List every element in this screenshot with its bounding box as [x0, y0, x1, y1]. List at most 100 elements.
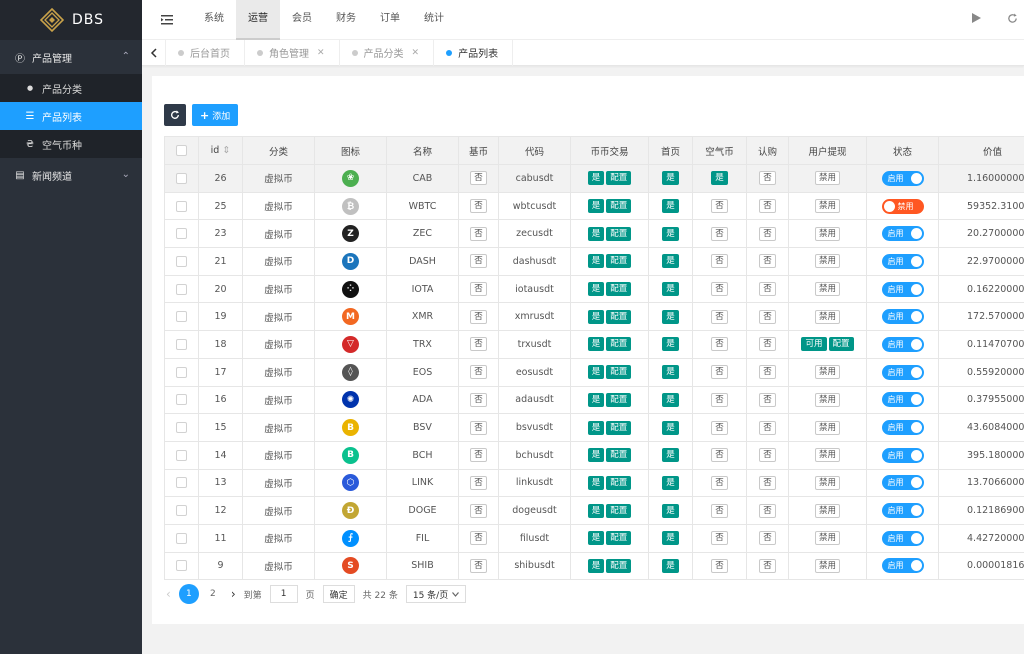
trade-config-button[interactable]: 配置 — [606, 282, 632, 297]
goto-confirm-button[interactable]: 确定 — [322, 585, 355, 603]
subscribe-toggle[interactable]: 否 — [759, 531, 776, 546]
home-toggle[interactable]: 是 — [662, 171, 679, 186]
column-header[interactable]: id ⇕ — [198, 136, 243, 165]
top-nav-item[interactable]: 运营 — [236, 0, 280, 40]
status-switch[interactable]: 启用 — [881, 558, 924, 574]
base-coin-toggle[interactable]: 否 — [470, 254, 487, 269]
withdraw-toggle[interactable]: 禁用 — [814, 282, 840, 297]
page-size-select[interactable]: 15 条/页 — [405, 585, 467, 603]
withdraw-config-button[interactable]: 配置 — [828, 337, 854, 352]
home-toggle[interactable]: 是 — [662, 475, 679, 490]
air-coin-toggle[interactable]: 否 — [711, 309, 728, 324]
row-checkbox[interactable] — [176, 338, 187, 350]
home-toggle[interactable]: 是 — [662, 337, 679, 352]
withdraw-toggle[interactable]: 禁用 — [814, 420, 840, 435]
subscribe-toggle[interactable]: 否 — [759, 365, 776, 380]
status-switch[interactable]: 启用 — [881, 364, 924, 380]
base-coin-toggle[interactable]: 否 — [470, 503, 487, 518]
subscribe-toggle[interactable]: 否 — [759, 254, 776, 269]
status-switch[interactable]: 启用 — [881, 336, 924, 352]
trade-toggle[interactable]: 是 — [587, 226, 605, 241]
withdraw-toggle[interactable]: 禁用 — [814, 448, 840, 463]
trade-toggle[interactable]: 是 — [587, 171, 605, 186]
base-coin-toggle[interactable]: 否 — [470, 199, 487, 214]
subscribe-toggle[interactable]: 否 — [759, 171, 776, 186]
subscribe-toggle[interactable]: 否 — [759, 558, 776, 573]
base-coin-toggle[interactable]: 否 — [470, 448, 487, 463]
sidebar-item-1[interactable]: ☰ 产品列表 — [0, 102, 142, 130]
home-toggle[interactable]: 是 — [662, 365, 679, 380]
row-checkbox[interactable] — [176, 255, 187, 267]
home-toggle[interactable]: 是 — [662, 199, 679, 214]
subscribe-toggle[interactable]: 否 — [759, 282, 776, 297]
trade-config-button[interactable]: 配置 — [606, 254, 632, 269]
trade-config-button[interactable]: 配置 — [606, 392, 632, 407]
status-switch[interactable]: 启用 — [881, 226, 924, 242]
goto-page-input[interactable]: 1 — [269, 585, 298, 603]
withdraw-toggle[interactable]: 禁用 — [814, 558, 840, 573]
base-coin-toggle[interactable]: 否 — [470, 365, 487, 380]
sort-icon[interactable]: ⇕ — [219, 145, 230, 156]
trade-config-button[interactable]: 配置 — [606, 171, 632, 186]
subscribe-toggle[interactable]: 否 — [759, 309, 776, 324]
air-coin-toggle[interactable]: 否 — [711, 531, 728, 546]
home-toggle[interactable]: 是 — [662, 531, 679, 546]
trade-toggle[interactable]: 是 — [587, 531, 605, 546]
home-toggle[interactable]: 是 — [662, 226, 679, 241]
air-coin-toggle[interactable]: 否 — [711, 365, 728, 380]
air-coin-toggle[interactable]: 否 — [711, 254, 728, 269]
trade-config-button[interactable]: 配置 — [606, 309, 632, 324]
trade-config-button[interactable]: 配置 — [606, 475, 632, 490]
status-switch[interactable]: 启用 — [881, 447, 924, 463]
page-number[interactable]: 1 — [178, 584, 199, 604]
home-toggle[interactable]: 是 — [662, 282, 679, 297]
sidebar-group-1[interactable]: ▤ 新闻频道 ⌄ — [0, 158, 142, 192]
home-toggle[interactable]: 是 — [662, 392, 679, 407]
base-coin-toggle[interactable]: 否 — [470, 309, 487, 324]
subscribe-toggle[interactable]: 否 — [759, 475, 776, 490]
row-checkbox[interactable] — [176, 560, 187, 572]
trade-config-button[interactable]: 配置 — [606, 503, 632, 518]
status-switch[interactable]: 启用 — [881, 503, 924, 519]
subscribe-toggle[interactable]: 否 — [759, 337, 776, 352]
subscribe-toggle[interactable]: 否 — [759, 199, 776, 214]
subscribe-toggle[interactable]: 否 — [759, 226, 776, 241]
base-coin-toggle[interactable]: 否 — [470, 475, 487, 490]
refresh-page-icon[interactable] — [1007, 12, 1018, 27]
sidebar-group-0[interactable]: Ⓟ 产品管理 ⌃ — [0, 40, 142, 74]
page-tab[interactable]: 产品分类 ✕ — [340, 39, 435, 66]
home-toggle[interactable]: 是 — [662, 309, 679, 324]
trade-config-button[interactable]: 配置 — [606, 199, 632, 214]
row-checkbox[interactable] — [176, 422, 187, 434]
subscribe-toggle[interactable]: 否 — [759, 420, 776, 435]
trade-toggle[interactable]: 是 — [587, 503, 605, 518]
air-coin-toggle[interactable]: 否 — [711, 337, 728, 352]
home-toggle[interactable]: 是 — [662, 420, 679, 435]
subscribe-toggle[interactable]: 否 — [759, 503, 776, 518]
base-coin-toggle[interactable]: 否 — [470, 531, 487, 546]
home-toggle[interactable]: 是 — [662, 558, 679, 573]
air-coin-toggle[interactable]: 否 — [711, 503, 728, 518]
trade-config-button[interactable]: 配置 — [606, 365, 632, 380]
select-all-checkbox[interactable] — [176, 145, 187, 156]
status-switch[interactable]: 启用 — [881, 309, 924, 325]
withdraw-toggle[interactable]: 禁用 — [814, 309, 840, 324]
close-icon[interactable]: ✕ — [317, 48, 325, 58]
next-page-icon[interactable]: › — [231, 587, 236, 601]
row-checkbox[interactable] — [176, 283, 187, 295]
status-switch[interactable]: 启用 — [881, 392, 924, 408]
withdraw-toggle[interactable]: 禁用 — [814, 392, 840, 407]
subscribe-toggle[interactable]: 否 — [759, 448, 776, 463]
row-checkbox[interactable] — [176, 505, 187, 517]
top-nav-item[interactable]: 统计 — [412, 0, 456, 40]
trade-toggle[interactable]: 是 — [587, 365, 605, 380]
subscribe-toggle[interactable]: 否 — [759, 392, 776, 407]
withdraw-toggle[interactable]: 禁用 — [814, 199, 840, 214]
top-nav-item[interactable]: 系统 — [192, 0, 236, 40]
air-coin-toggle[interactable]: 否 — [711, 392, 728, 407]
air-coin-toggle[interactable]: 否 — [711, 475, 728, 490]
status-switch[interactable]: 启用 — [881, 475, 924, 491]
row-checkbox[interactable] — [176, 449, 187, 461]
top-nav-item[interactable]: 会员 — [280, 0, 324, 40]
status-switch[interactable]: 启用 — [881, 530, 924, 546]
